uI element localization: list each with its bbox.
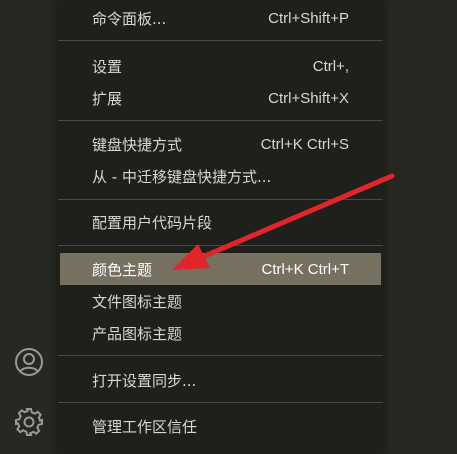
menu-separator <box>58 40 383 41</box>
menu-item-file-icon-theme[interactable]: 文件图标主题 <box>60 285 381 317</box>
menu-item-label: 产品图标主题 <box>92 324 183 343</box>
menu-item-product-icon-theme[interactable]: 产品图标主题 <box>60 317 381 349</box>
menu-item-label: 配置用户代码片段 <box>92 213 213 232</box>
menu-item-command-palette[interactable]: 命令面板... Ctrl+Shift+P <box>60 2 381 34</box>
manage-context-menu: 命令面板... Ctrl+Shift+P 设置 Ctrl+, 扩展 Ctrl+S… <box>58 0 383 454</box>
menu-item-label: 设置 <box>92 57 123 76</box>
menu-item-shortcut: Ctrl+K Ctrl+S <box>260 135 349 153</box>
menu-item-label: 命令面板... <box>92 9 167 28</box>
menu-item-label: 从 - 中迁移键盘快捷方式... <box>92 167 272 186</box>
menu-item-workspace-trust[interactable]: 管理工作区信任 <box>60 410 381 442</box>
menu-item-shortcut: Ctrl+K Ctrl+T <box>261 260 349 278</box>
menu-item-extensions[interactable]: 扩展 Ctrl+Shift+X <box>60 82 381 114</box>
menu-item-shortcut: Ctrl+Shift+X <box>268 89 349 107</box>
menu-separator <box>58 355 383 356</box>
menu-item-settings-sync[interactable]: 打开设置同步... <box>60 364 381 396</box>
menu-item-settings[interactable]: 设置 Ctrl+, <box>60 50 381 82</box>
menu-separator <box>58 199 383 200</box>
menu-separator <box>58 245 383 246</box>
gear-icon[interactable] <box>12 405 46 439</box>
menu-item-label: 键盘快捷方式 <box>92 135 183 154</box>
menu-item-label: 文件图标主题 <box>92 292 183 311</box>
account-icon[interactable] <box>12 345 46 379</box>
menu-item-user-snippets[interactable]: 配置用户代码片段 <box>60 206 381 238</box>
menu-item-color-theme[interactable]: 颜色主题 Ctrl+K Ctrl+T <box>60 253 381 285</box>
menu-item-label: 扩展 <box>92 89 123 108</box>
menu-item-keyboard-shortcuts[interactable]: 键盘快捷方式 Ctrl+K Ctrl+S <box>60 128 381 160</box>
activity-bar <box>0 0 58 454</box>
menu-item-label: 管理工作区信任 <box>92 417 198 436</box>
menu-separator <box>58 402 383 403</box>
menu-item-shortcut: Ctrl+Shift+P <box>268 9 349 27</box>
menu-item-label: 颜色主题 <box>92 260 153 279</box>
menu-item-label: 打开设置同步... <box>92 371 197 390</box>
menu-item-migrate-keybindings[interactable]: 从 - 中迁移键盘快捷方式... <box>60 160 381 192</box>
menu-separator <box>58 120 383 121</box>
menu-item-shortcut: Ctrl+, <box>312 57 349 75</box>
